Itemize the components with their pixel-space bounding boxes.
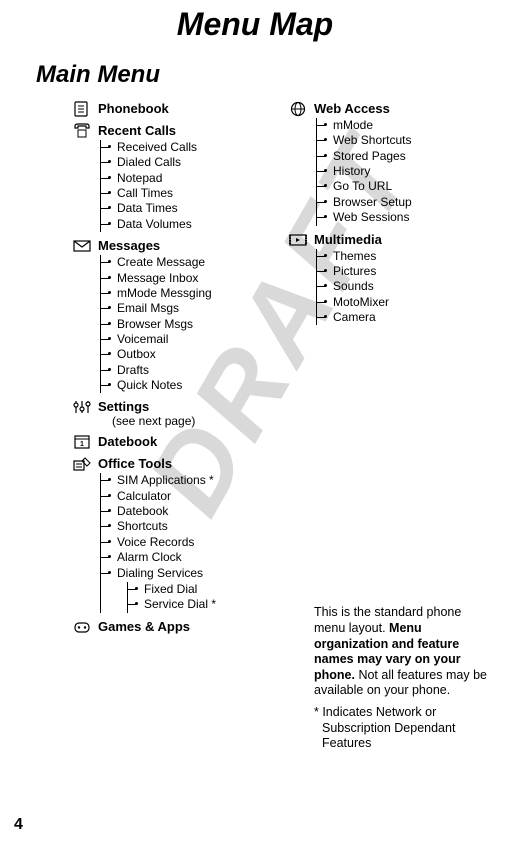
list-item: Browser Setup — [327, 195, 490, 210]
phonebook-label: Phonebook — [98, 101, 169, 116]
office-tools-list: SIM Applications *CalculatorDatebookShor… — [100, 473, 274, 612]
recent-calls-list: Received CallsDialed CallsNotepadCall Ti… — [100, 140, 274, 232]
datebook-label: Datebook — [98, 434, 157, 449]
column-right: Web Access mModeWeb ShortcutsStored Page… — [282, 101, 490, 752]
list-item: Datebook — [111, 504, 274, 519]
list-item: Voice Records — [111, 535, 274, 550]
recent-calls-label: Recent Calls — [98, 123, 176, 138]
list-item: Dialing ServicesFixed DialService Dial * — [111, 566, 274, 613]
envelope-icon — [72, 238, 92, 254]
list-item: Themes — [327, 249, 490, 264]
office-tools-section: Office Tools SIM Applications *Calculato… — [98, 456, 274, 612]
list-item: Shortcuts — [111, 519, 274, 534]
web-access-list: mModeWeb ShortcutsStored PagesHistoryGo … — [316, 118, 490, 226]
phonebook-section: Phonebook — [98, 101, 274, 117]
column-left: Phonebook Recent Calls Received CallsDia… — [20, 101, 274, 752]
multimedia-section: Multimedia ThemesPicturesSoundsMotoMixer… — [314, 232, 490, 326]
note-text-1: This is the standard phone menu layout. — [314, 605, 461, 635]
list-item: History — [327, 164, 490, 179]
office-tools-label: Office Tools — [98, 456, 172, 471]
list-item: Call Times — [111, 186, 274, 201]
list-item: Go To URL — [327, 179, 490, 194]
messages-section: Messages Create MessageMessage InboxmMod… — [98, 238, 274, 393]
multimedia-list: ThemesPicturesSoundsMotoMixerCamera — [316, 249, 490, 326]
settings-label: Settings — [98, 399, 149, 414]
phonebook-icon — [72, 101, 92, 117]
list-item: Camera — [327, 310, 490, 325]
list-item: Dialed Calls — [111, 155, 274, 170]
phone-icon — [72, 123, 92, 139]
list-item: SIM Applications * — [111, 473, 274, 488]
recent-calls-section: Recent Calls Received CallsDialed CallsN… — [98, 123, 274, 232]
list-item: mMode Messging — [111, 286, 274, 301]
web-access-label: Web Access — [314, 101, 390, 116]
list-item: Alarm Clock — [111, 550, 274, 565]
games-apps-label: Games & Apps — [98, 619, 190, 634]
list-item: Web Shortcuts — [327, 133, 490, 148]
games-apps-section: Games & Apps — [98, 619, 274, 635]
list-item: Web Sessions — [327, 210, 490, 225]
datebook-section: 1 Datebook — [98, 434, 274, 450]
calendar-icon: 1 — [72, 434, 92, 450]
list-item: Calculator — [111, 489, 274, 504]
asterisk-note: * Indicates Network or Subscription Depe… — [314, 705, 490, 752]
list-item: Email Msgs — [111, 301, 274, 316]
messages-list: Create MessageMessage InboxmMode Messgin… — [100, 255, 274, 393]
list-item: Sounds — [327, 279, 490, 294]
multimedia-icon — [288, 232, 308, 248]
list-item: Service Dial * — [138, 597, 274, 612]
globe-icon — [288, 101, 308, 117]
page-number: 4 — [14, 816, 23, 834]
list-item: Stored Pages — [327, 149, 490, 164]
list-item: Fixed Dial — [138, 582, 274, 597]
settings-icon — [72, 399, 92, 415]
list-item: Data Volumes — [111, 217, 274, 232]
list-item: MotoMixer — [327, 295, 490, 310]
list-item: mMode — [327, 118, 490, 133]
list-item: Voicemail — [111, 332, 274, 347]
list-item: Notepad — [111, 171, 274, 186]
list-item: Outbox — [111, 347, 274, 362]
messages-label: Messages — [98, 238, 160, 253]
tools-icon — [72, 456, 92, 472]
settings-section: Settings (see next page) — [98, 399, 274, 428]
note-block: This is the standard phone menu layout. … — [314, 605, 490, 699]
page-title: Menu Map — [20, 6, 490, 43]
list-item: Create Message — [111, 255, 274, 270]
list-item: Pictures — [327, 264, 490, 279]
list-item: Message Inbox — [111, 271, 274, 286]
list-item: Browser Msgs — [111, 317, 274, 332]
list-item: Quick Notes — [111, 378, 274, 393]
list-item: Received Calls — [111, 140, 274, 155]
svg-text:1: 1 — [80, 441, 84, 448]
web-access-section: Web Access mModeWeb ShortcutsStored Page… — [314, 101, 490, 226]
settings-note: (see next page) — [112, 414, 195, 428]
list-item: Drafts — [111, 363, 274, 378]
multimedia-label: Multimedia — [314, 232, 382, 247]
section-title: Main Menu — [36, 61, 490, 89]
games-icon — [72, 619, 92, 635]
list-item: Data Times — [111, 201, 274, 216]
dialing-services-list: Fixed DialService Dial * — [127, 582, 274, 613]
